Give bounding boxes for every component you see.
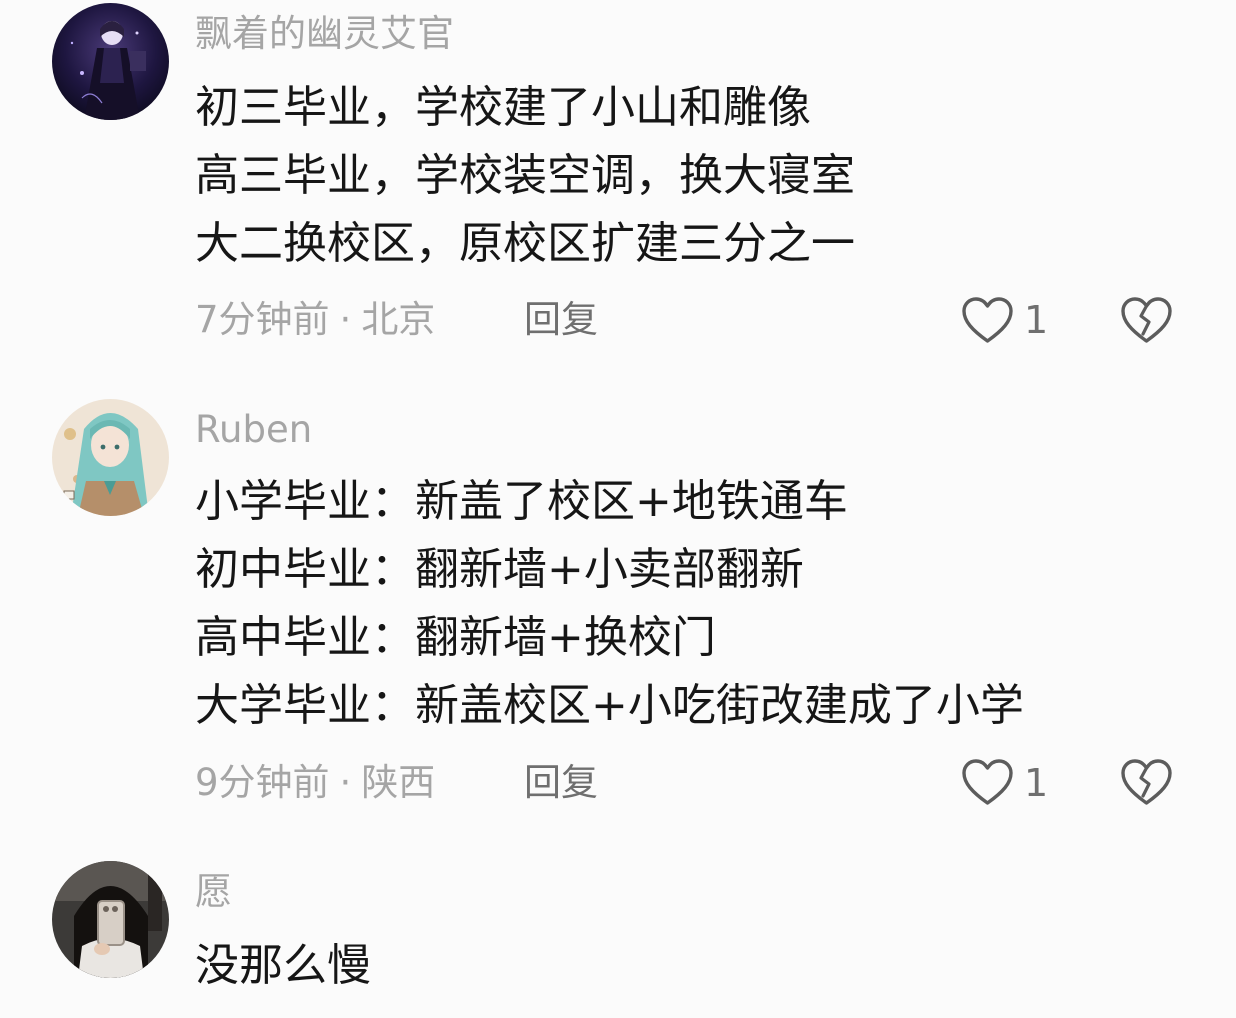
comment-line: 大学毕业：新盖校区+小吃街改建成了小学 [195,680,1024,731]
avatar[interactable] [52,399,169,516]
comment-line: 高三毕业，学校装空调，换大寝室 [195,150,855,201]
like-count: 1 [1024,298,1049,342]
comment-line: 小学毕业：新盖了校区+地铁通车 [195,476,848,527]
comment-line: 初中毕业：翻新墙+小卖部翻新 [195,544,804,595]
meta-separator: · [339,298,352,341]
comment-location: 北京 [361,298,436,341]
like-count: 1 [1024,761,1049,805]
comment-username[interactable]: 飘着的幽灵艾官 [195,12,454,56]
comment-username[interactable]: 愿 [195,870,232,914]
comment-meta: 7分钟前 · 北京 [195,298,435,342]
comment-location: 陕西 [361,761,436,804]
heart-outline-icon[interactable] [960,294,1015,346]
heart-outline-icon[interactable] [960,756,1015,808]
avatar-anime-girl-teal-hair-icon [52,399,169,516]
comment-username[interactable]: Ruben [195,408,312,452]
broken-heart-outline-icon[interactable] [1120,756,1173,808]
comment-time: 9分钟前 [195,761,330,804]
reply-button[interactable]: 回复 [524,761,598,805]
comment-line: 初三毕业，学校建了小山和雕像 [195,82,811,133]
reply-button[interactable]: 回复 [524,298,598,342]
avatar-person-with-phone-icon [52,861,169,978]
avatar-dark-anime-character-icon [52,3,169,120]
avatar[interactable] [52,861,169,978]
comment-content: 没那么慢 [195,932,371,1000]
comment-time: 7分钟前 [195,298,330,341]
avatar[interactable] [52,3,169,120]
comment-line: 没那么慢 [195,940,371,991]
meta-separator: · [339,761,352,804]
comment-line: 高中毕业：翻新墙+换校门 [195,612,716,663]
comment-content: 小学毕业：新盖了校区+地铁通车 初中毕业：翻新墙+小卖部翻新 高中毕业：翻新墙+… [195,468,1024,740]
comment-line: 大二换校区，原校区扩建三分之一 [195,218,855,269]
comment-content: 初三毕业，学校建了小山和雕像 高三毕业，学校装空调，换大寝室 大二换校区，原校区… [195,74,855,278]
comment-meta: 9分钟前 · 陕西 [195,761,435,805]
broken-heart-outline-icon[interactable] [1120,294,1173,346]
